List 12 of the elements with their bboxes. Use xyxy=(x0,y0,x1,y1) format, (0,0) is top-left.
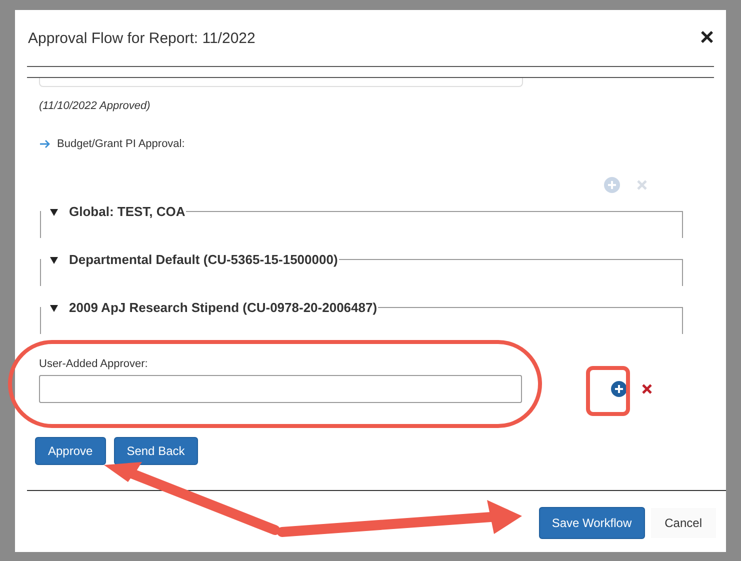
group-title: Departmental Default (CU-5365-15-1500000) xyxy=(69,252,338,267)
group-title: Global: TEST, COA xyxy=(69,204,186,219)
field-label: User-Added Approver: xyxy=(39,358,149,370)
step-label: Budget/Grant PI Approval: xyxy=(57,138,185,150)
action-button[interactable]: Send Back xyxy=(114,437,198,465)
dialog-title: Approval Flow for Report: 11/2022 xyxy=(28,30,256,46)
save-button[interactable]: Save Workflow xyxy=(538,507,645,539)
approval-note: (11/10/2022 Approved) xyxy=(39,100,152,112)
cancel-button[interactable]: Cancel xyxy=(650,508,716,538)
close-button[interactable]: × xyxy=(700,26,714,50)
action-button[interactable]: Approve xyxy=(35,437,106,465)
group-title: 2009 ApJ Research Stipend (CU-0978-20-2006487) xyxy=(69,300,378,315)
